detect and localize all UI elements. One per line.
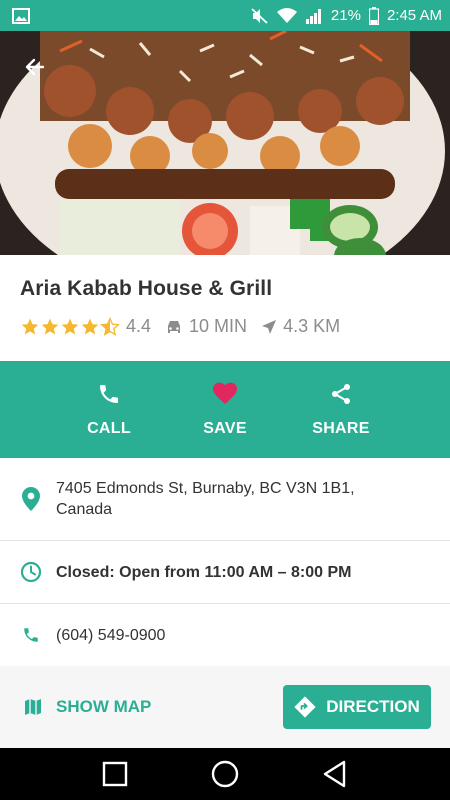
address-row[interactable]: 7405 Edmonds St, Burnaby, BC V3N 1B1, Ca… bbox=[0, 458, 450, 541]
address-line1: 7405 Edmonds St, Burnaby, BC V3N 1B1, bbox=[56, 480, 355, 497]
call-button[interactable]: CALL bbox=[51, 361, 167, 458]
hero-image bbox=[0, 31, 450, 255]
navigation-arrow-icon bbox=[262, 319, 277, 334]
system-nav-bar bbox=[0, 748, 450, 800]
phone-row[interactable]: (604) 549-0900 bbox=[0, 604, 450, 666]
address-text: 7405 Edmonds St, Burnaby, BC V3N 1B1, Ca… bbox=[56, 478, 355, 520]
save-button[interactable]: SAVE bbox=[167, 361, 283, 458]
direction-label: DIRECTION bbox=[326, 697, 420, 716]
mute-icon bbox=[251, 7, 269, 24]
phone-icon bbox=[20, 626, 42, 644]
heart-icon bbox=[213, 382, 237, 404]
save-label: SAVE bbox=[203, 419, 247, 437]
place-meta: 4.4 10 MIN 4.3 KM bbox=[20, 316, 430, 337]
address-line2: Canada bbox=[56, 501, 113, 518]
battery-percent: 21% bbox=[330, 7, 361, 24]
star-full-icon bbox=[21, 318, 39, 334]
back-arrow-icon bbox=[25, 58, 45, 76]
home-button[interactable] bbox=[205, 754, 245, 794]
distance-text: 4.3 KM bbox=[283, 316, 341, 336]
share-button[interactable]: SHARE bbox=[283, 361, 399, 458]
drive-time-text: 10 MIN bbox=[189, 316, 248, 336]
distance: 4.3 KM bbox=[261, 316, 340, 337]
image-icon bbox=[12, 7, 30, 24]
rating-value: 4.4 bbox=[126, 316, 152, 336]
status-bar: 21% 2:45 AM bbox=[0, 0, 450, 31]
phone-text: (604) 549-0900 bbox=[56, 626, 166, 644]
place-details: 7405 Edmonds St, Burnaby, BC V3N 1B1, Ca… bbox=[0, 458, 450, 666]
hours-row[interactable]: Closed: Open from 11:00 AM – 8:00 PM bbox=[0, 541, 450, 604]
car-icon bbox=[168, 320, 181, 333]
circle-icon bbox=[211, 760, 239, 788]
star-full-icon bbox=[41, 318, 59, 334]
star-full-icon bbox=[81, 318, 99, 334]
action-bar: CALL SAVE SHARE bbox=[0, 361, 450, 458]
signal-icon bbox=[305, 8, 323, 24]
place-info: Aria Kabab House & Grill 4.4 10 MIN 4.3 … bbox=[0, 255, 450, 361]
location-pin-icon bbox=[20, 487, 42, 511]
phone-icon bbox=[100, 384, 118, 403]
map-icon bbox=[25, 699, 41, 715]
rating-stars bbox=[20, 316, 120, 337]
star-half-icon bbox=[100, 316, 120, 336]
clock-icon bbox=[20, 561, 42, 583]
direction-button[interactable]: DIRECTION bbox=[283, 685, 431, 729]
call-label: CALL bbox=[87, 419, 131, 437]
battery-icon bbox=[368, 6, 379, 25]
share-label: SHARE bbox=[312, 419, 370, 437]
hours-text: Closed: Open from 11:00 AM – 8:00 PM bbox=[56, 563, 352, 581]
clock: 2:45 AM bbox=[386, 7, 442, 24]
bottom-actions: SHOW MAP DIRECTION bbox=[0, 666, 450, 748]
back-button[interactable] bbox=[20, 52, 50, 82]
recents-button[interactable] bbox=[95, 754, 135, 794]
place-name: Aria Kabab House & Grill bbox=[20, 277, 273, 300]
back-nav-button[interactable] bbox=[315, 754, 355, 794]
square-icon bbox=[102, 761, 128, 787]
show-map-label: SHOW MAP bbox=[56, 697, 152, 716]
share-icon bbox=[332, 383, 350, 404]
triangle-back-icon bbox=[323, 760, 346, 788]
drive-time: 10 MIN bbox=[165, 316, 247, 337]
show-map-button[interactable]: SHOW MAP bbox=[24, 697, 151, 717]
directions-icon bbox=[294, 696, 316, 718]
wifi-icon bbox=[276, 7, 297, 24]
star-full-icon bbox=[61, 318, 79, 334]
